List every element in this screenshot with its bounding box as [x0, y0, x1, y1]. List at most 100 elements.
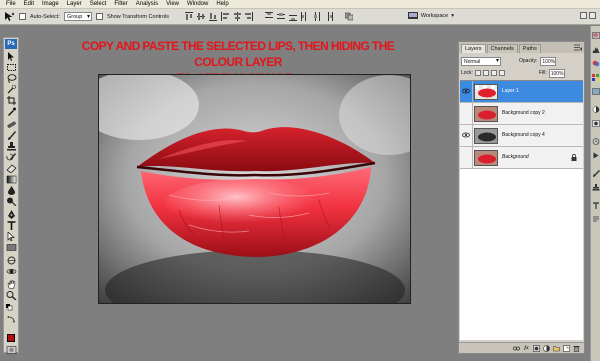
- lock-position-icon[interactable]: [490, 70, 497, 76]
- marquee-tool-icon[interactable]: [6, 63, 17, 72]
- clone-stamp-tool-icon[interactable]: [6, 142, 17, 151]
- clone-source-icon[interactable]: [592, 184, 600, 191]
- distribute-vcenter-icon[interactable]: [277, 12, 286, 21]
- align-right-icon[interactable]: [245, 12, 254, 21]
- eye-off-slot[interactable]: [462, 109, 470, 117]
- fill-field[interactable]: 100%: [548, 68, 565, 78]
- lasso-tool-icon[interactable]: [6, 74, 17, 83]
- distribute-hcenter-icon[interactable]: [313, 12, 321, 21]
- auto-select-checkbox[interactable]: [19, 13, 26, 20]
- move-tool-icon[interactable]: [6, 52, 17, 61]
- shape-tool-icon[interactable]: [6, 243, 17, 252]
- distribute-bottom-icon[interactable]: [289, 12, 298, 21]
- eyedropper-tool-icon[interactable]: [6, 107, 17, 116]
- masks-icon[interactable]: [592, 120, 600, 127]
- opacity-field[interactable]: 100%: [540, 56, 557, 66]
- lock-image-icon[interactable]: [482, 70, 489, 76]
- show-transform-checkbox[interactable]: [95, 13, 103, 20]
- distribute-left-icon[interactable]: [301, 12, 309, 21]
- move-tool-icon[interactable]: [3, 11, 15, 23]
- layer-name[interactable]: Background: [502, 154, 529, 160]
- align-bottom-icon[interactable]: [209, 12, 218, 21]
- crop-tool-icon[interactable]: [6, 96, 17, 105]
- panel-menu-icon[interactable]: [574, 44, 582, 51]
- hand-tool-icon[interactable]: [6, 280, 17, 289]
- color-icon[interactable]: [592, 60, 600, 67]
- eye-off-slot[interactable]: [462, 153, 470, 161]
- fx-icon[interactable]: fx: [523, 345, 530, 352]
- history-icon[interactable]: [592, 138, 600, 145]
- swap-colors-icon[interactable]: [6, 315, 17, 324]
- 3d-rotate-tool-icon[interactable]: [6, 256, 17, 265]
- layer-row[interactable]: Background copy 4: [460, 125, 583, 147]
- align-vcenter-icon[interactable]: [197, 12, 206, 21]
- tab-channels[interactable]: Channels: [486, 44, 518, 53]
- layer-name[interactable]: Background copy 2: [502, 110, 545, 116]
- brush-tool-icon[interactable]: [6, 131, 17, 140]
- auto-select-dropdown[interactable]: Group: [63, 12, 92, 21]
- lock-all-icon[interactable]: [498, 70, 505, 76]
- trash-icon[interactable]: [573, 345, 580, 352]
- menu-edit[interactable]: Edit: [20, 0, 38, 9]
- foreground-color-swatch[interactable]: [7, 334, 15, 342]
- document-canvas[interactable]: [98, 74, 411, 304]
- layer-row[interactable]: Background copy 2: [460, 103, 583, 125]
- restore-icon[interactable]: [589, 12, 596, 19]
- brushes-icon[interactable]: [592, 170, 600, 177]
- menu-select[interactable]: Select: [86, 0, 111, 9]
- eye-icon[interactable]: [462, 131, 470, 139]
- menu-image[interactable]: Image: [38, 0, 63, 9]
- menu-layer[interactable]: Layer: [63, 0, 86, 9]
- eraser-tool-icon[interactable]: [6, 164, 17, 173]
- default-colors-icon[interactable]: [6, 304, 17, 313]
- menu-analysis[interactable]: Analysis: [132, 0, 162, 9]
- history-brush-tool-icon[interactable]: [6, 153, 17, 162]
- path-selection-tool-icon[interactable]: [6, 232, 17, 241]
- gradient-tool-icon[interactable]: [6, 175, 17, 184]
- character-icon[interactable]: [592, 202, 600, 209]
- navigator-icon[interactable]: [592, 32, 600, 39]
- adjustments-icon[interactable]: [592, 106, 600, 113]
- align-hcenter-icon[interactable]: [233, 12, 242, 21]
- new-layer-icon[interactable]: [563, 344, 570, 352]
- menu-help[interactable]: Help: [212, 0, 232, 9]
- minimize-icon[interactable]: [580, 12, 587, 19]
- histogram-icon[interactable]: [592, 46, 600, 53]
- layer-row[interactable]: Layer 1: [460, 81, 583, 103]
- lock-transparent-icon[interactable]: [474, 70, 481, 76]
- blur-tool-icon[interactable]: [6, 186, 17, 195]
- align-left-icon[interactable]: [221, 12, 230, 21]
- menu-filter[interactable]: Filter: [110, 0, 131, 9]
- paragraph-icon[interactable]: [592, 216, 600, 223]
- quick-selection-tool-icon[interactable]: [6, 85, 17, 94]
- type-tool-icon[interactable]: [6, 221, 17, 230]
- actions-icon[interactable]: [592, 152, 600, 159]
- 3d-orbit-tool-icon[interactable]: [6, 267, 17, 276]
- layer-name[interactable]: Layer 1: [502, 88, 519, 94]
- eye-icon[interactable]: [462, 87, 470, 95]
- auto-align-icon[interactable]: [345, 12, 354, 21]
- layer-row[interactable]: Background: [460, 147, 583, 169]
- link-layers-icon[interactable]: [513, 345, 520, 352]
- add-mask-icon[interactable]: [533, 344, 540, 352]
- menu-window[interactable]: Window: [183, 0, 212, 9]
- swatches-icon[interactable]: [592, 74, 600, 81]
- zoom-tool-icon[interactable]: [6, 291, 17, 300]
- new-group-icon[interactable]: [553, 345, 560, 352]
- layer-name[interactable]: Background copy 4: [502, 132, 545, 138]
- workspace-button[interactable]: Workspace ▾: [407, 12, 454, 20]
- styles-icon[interactable]: [592, 88, 600, 95]
- tab-paths[interactable]: Paths: [518, 44, 541, 53]
- healing-brush-tool-icon[interactable]: [6, 120, 17, 129]
- adjustment-layer-icon[interactable]: [543, 344, 550, 352]
- quick-mask-icon[interactable]: [6, 346, 17, 355]
- tab-layers[interactable]: Layers: [461, 44, 486, 53]
- align-top-icon[interactable]: [185, 12, 194, 21]
- pen-tool-icon[interactable]: [6, 210, 17, 219]
- distribute-top-icon[interactable]: [265, 12, 274, 21]
- dodge-tool-icon[interactable]: [6, 197, 17, 206]
- distribute-right-icon[interactable]: [325, 12, 334, 21]
- blend-mode-dropdown[interactable]: Normal: [461, 56, 501, 66]
- menu-view[interactable]: View: [162, 0, 183, 9]
- menu-file[interactable]: File: [2, 0, 20, 9]
